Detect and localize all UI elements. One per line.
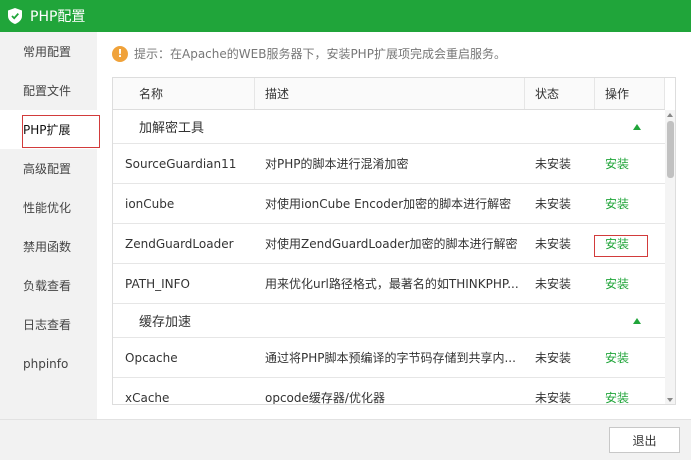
sidebar-item-label: 常用配置: [23, 45, 72, 59]
sidebar-item-common-config[interactable]: 常用配置: [0, 32, 97, 71]
install-link[interactable]: 安装: [605, 338, 665, 377]
ext-status: 未安装: [535, 351, 572, 365]
header-op: 操作: [605, 87, 630, 101]
header-divider: [594, 78, 595, 109]
collapse-arrow-icon[interactable]: [633, 123, 641, 130]
info-icon: !: [112, 45, 128, 62]
ext-name: ionCube: [125, 196, 175, 211]
ext-name: SourceGuardian11: [125, 156, 237, 171]
sidebar-item-advanced-config[interactable]: 高级配置: [0, 149, 97, 188]
ext-status: 未安装: [535, 391, 572, 405]
ext-name: ZendGuardLoader: [125, 236, 234, 251]
vertical-scrollbar[interactable]: [665, 110, 675, 404]
sidebar: 常用配置 配置文件 PHP扩展 高级配置 性能优化 禁用函数 负载查看 日志查看…: [0, 32, 97, 419]
sidebar-item-label: phpinfo: [23, 356, 69, 371]
ext-status: 未安装: [535, 197, 572, 211]
table-row: xCache opcode缓存器/优化器 未安装 安装: [113, 378, 665, 405]
ext-desc: 对使用ZendGuardLoader加密的脚本进行解密: [265, 237, 518, 251]
install-link[interactable]: 安装: [605, 264, 665, 303]
ext-desc: 对使用ionCube Encoder加密的脚本进行解密: [265, 197, 512, 211]
sidebar-item-label: 性能优化: [23, 201, 72, 215]
ext-status: 未安装: [535, 277, 572, 291]
sidebar-item-php-extensions[interactable]: PHP扩展: [0, 110, 97, 149]
install-link[interactable]: 安装: [605, 378, 665, 404]
scroll-down-arrow-icon[interactable]: [667, 398, 673, 402]
group-row-encryption[interactable]: 加解密工具: [113, 110, 665, 144]
ext-desc: opcode缓存器/优化器: [265, 391, 385, 405]
install-link[interactable]: 安装: [605, 224, 665, 263]
sidebar-item-label: 禁用函数: [23, 240, 72, 254]
group-label: 加解密工具: [139, 121, 205, 136]
sidebar-item-config-file[interactable]: 配置文件: [0, 71, 97, 110]
ext-status: 未安装: [535, 237, 572, 251]
notice-bar: ! 提示：在Apache的WEB服务器下，安装PHP扩展项完成会重启服务。: [112, 45, 506, 62]
header-divider: [524, 78, 525, 109]
sidebar-item-load-status[interactable]: 负载查看: [0, 266, 97, 305]
sidebar-item-logs[interactable]: 日志查看: [0, 305, 97, 344]
header-name: 名称: [139, 87, 164, 101]
scrollbar-thumb[interactable]: [667, 121, 674, 178]
header-desc: 描述: [265, 87, 290, 101]
collapse-arrow-icon[interactable]: [633, 317, 641, 324]
header-divider: [664, 78, 665, 109]
table-row: PATH_INFO 用来优化url路径格式，最著名的如THINKPHP... 未…: [113, 264, 665, 304]
scroll-up-arrow-icon[interactable]: [667, 113, 673, 117]
sidebar-item-label: 高级配置: [23, 162, 72, 176]
ext-status: 未安装: [535, 157, 572, 171]
sidebar-item-label: 日志查看: [23, 318, 72, 332]
window-title: PHP配置: [30, 9, 86, 25]
sidebar-item-phpinfo[interactable]: phpinfo: [0, 344, 97, 383]
ext-desc: 通过将PHP脚本预编译的字节码存储到共享内...: [265, 351, 516, 365]
window-titlebar: PHP配置: [0, 0, 691, 32]
table-header: 名称 描述 状态 操作: [113, 78, 665, 110]
bt-shield-logo-icon: [8, 8, 22, 24]
install-link[interactable]: 安装: [605, 144, 665, 183]
ext-name: xCache: [125, 390, 170, 405]
table-row: SourceGuardian11 对PHP的脚本进行混淆加密 未安装 安装: [113, 144, 665, 184]
ext-desc: 用来优化url路径格式，最著名的如THINKPHP...: [265, 277, 519, 291]
ext-name: PATH_INFO: [125, 276, 190, 291]
exit-button[interactable]: 退出: [609, 427, 680, 453]
extensions-table: 名称 描述 状态 操作 加解密工具 SourceGuardian11 对PHP的…: [112, 77, 676, 405]
install-link[interactable]: 安装: [605, 184, 665, 223]
sidebar-item-disabled-functions[interactable]: 禁用函数: [0, 227, 97, 266]
sidebar-item-label: 负载查看: [23, 279, 72, 293]
notice-text: 提示：在Apache的WEB服务器下，安装PHP扩展项完成会重启服务。: [134, 47, 506, 61]
header-divider: [254, 78, 255, 109]
table-row: Opcache 通过将PHP脚本预编译的字节码存储到共享内... 未安装 安装: [113, 338, 665, 378]
main-panel: ! 提示：在Apache的WEB服务器下，安装PHP扩展项完成会重启服务。 名称…: [97, 32, 691, 419]
table-row: ionCube 对使用ionCube Encoder加密的脚本进行解密 未安装 …: [113, 184, 665, 224]
table-body: 加解密工具 SourceGuardian11 对PHP的脚本进行混淆加密 未安装…: [113, 110, 665, 405]
ext-desc: 对PHP的脚本进行混淆加密: [265, 157, 409, 171]
sidebar-item-label: PHP扩展: [23, 123, 71, 137]
ext-name: Opcache: [125, 350, 178, 365]
dialog-footer: 退出: [0, 419, 691, 460]
sidebar-item-performance[interactable]: 性能优化: [0, 188, 97, 227]
header-status: 状态: [535, 87, 560, 101]
sidebar-item-label: 配置文件: [23, 84, 72, 98]
group-label: 缓存加速: [139, 315, 192, 330]
group-row-cache[interactable]: 缓存加速: [113, 304, 665, 338]
table-row: ZendGuardLoader 对使用ZendGuardLoader加密的脚本进…: [113, 224, 665, 264]
